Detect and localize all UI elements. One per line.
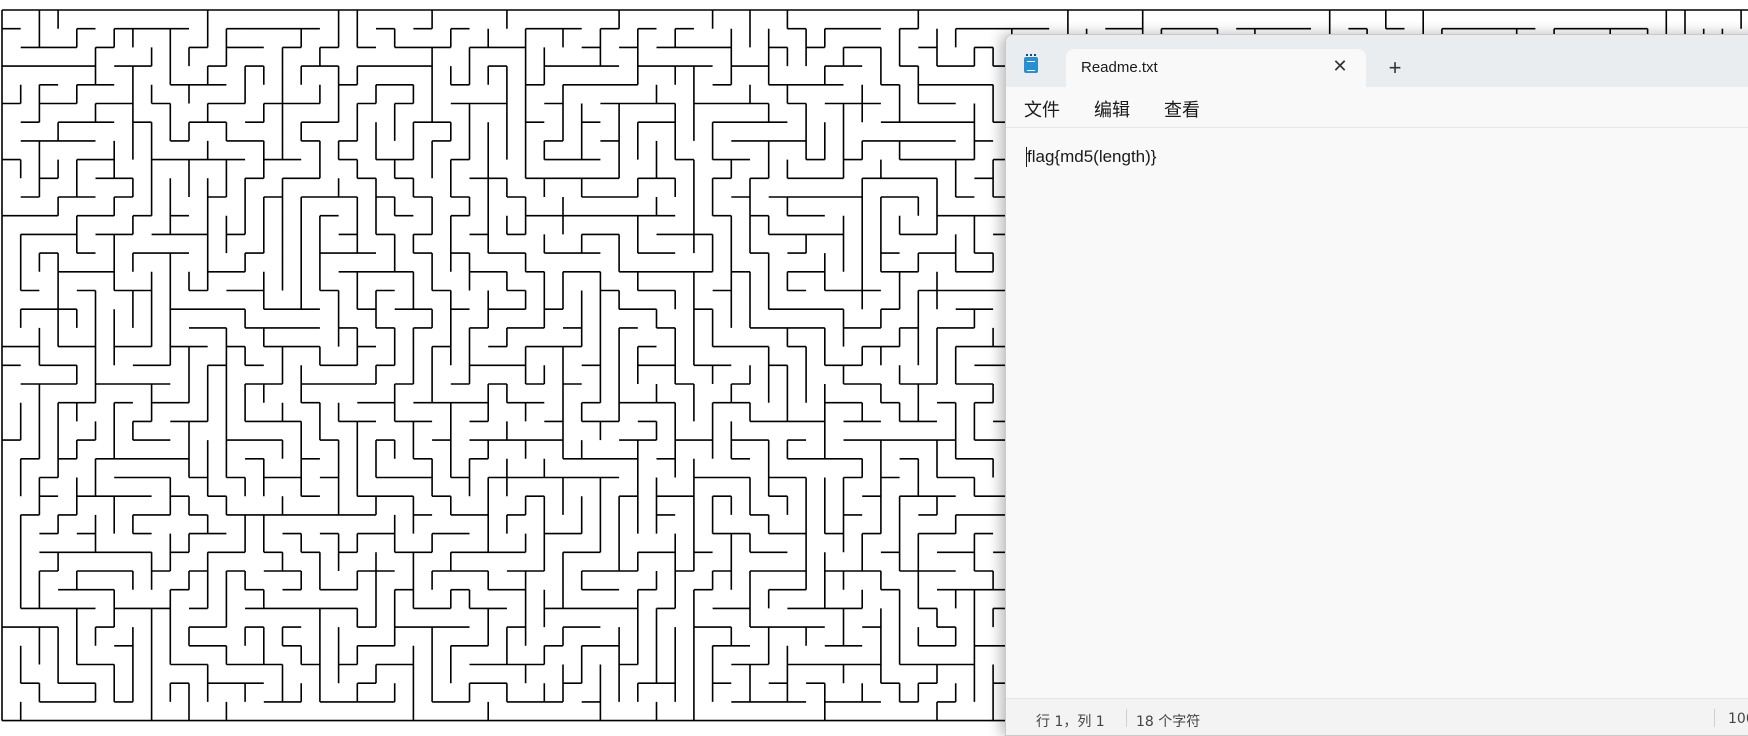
close-icon[interactable]: ✕ (1329, 55, 1351, 77)
menu-view[interactable]: 查看 (1164, 96, 1200, 122)
plus-icon[interactable]: + (1384, 57, 1406, 79)
menu-file[interactable]: 文件 (1024, 96, 1060, 122)
title-bar[interactable]: Readme.txt ✕ + (1006, 35, 1748, 87)
tab-title: Readme.txt (1081, 59, 1158, 76)
notepad-app-icon (1024, 54, 1038, 73)
text-editor[interactable]: flag{md5(length)} (1006, 128, 1748, 699)
status-divider (1714, 709, 1715, 727)
status-cursor-position: 行 1，列 1 (1036, 714, 1105, 730)
status-char-count: 18 个字符 (1136, 714, 1201, 730)
editor-content[interactable]: flag{md5(length)} (1026, 147, 1156, 167)
menu-edit[interactable]: 编辑 (1094, 96, 1130, 122)
status-zoom: 100 (1728, 711, 1748, 727)
status-divider (1126, 709, 1127, 727)
tab-readme[interactable]: Readme.txt ✕ (1066, 49, 1366, 87)
status-bar: 行 1，列 1 18 个字符 100 (1006, 698, 1748, 735)
notepad-window[interactable]: Readme.txt ✕ + 文件 编辑 查看 flag{md5(length)… (1005, 34, 1748, 736)
menu-bar: 文件 编辑 查看 (1006, 87, 1748, 128)
